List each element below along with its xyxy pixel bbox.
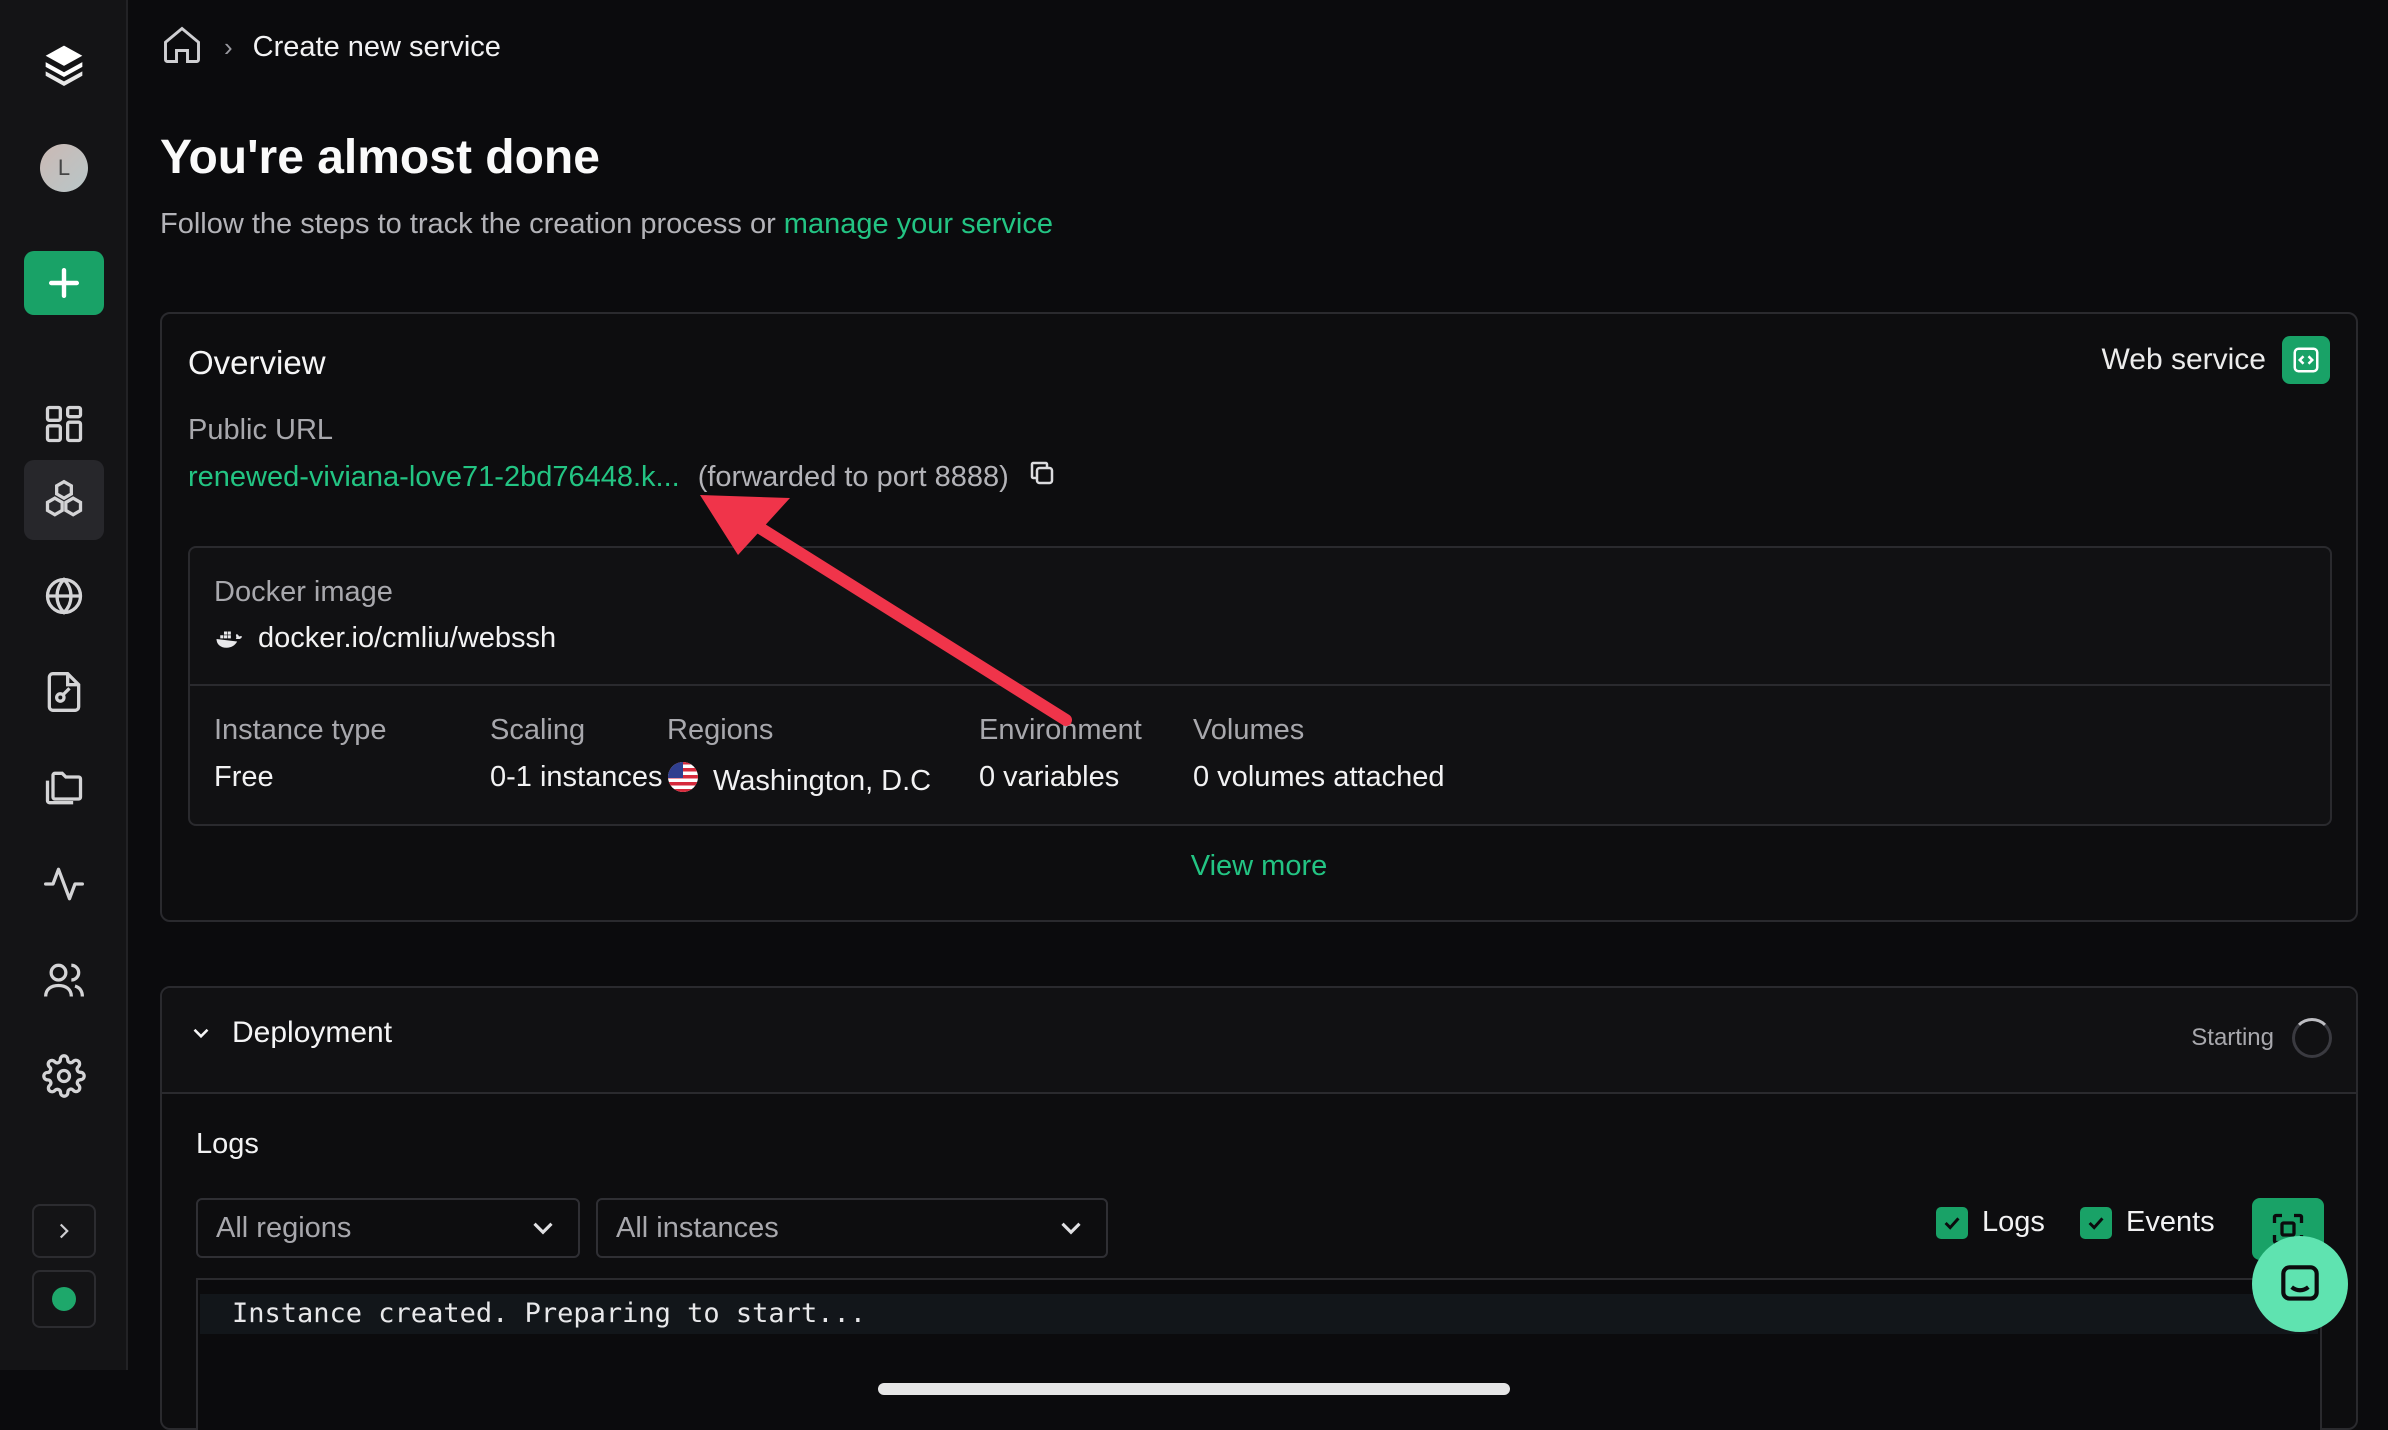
- docker-image-value: docker.io/cmliu/webssh: [258, 622, 557, 654]
- deployment-toggle[interactable]: Deployment: [188, 1016, 392, 1050]
- instance-type-value: Free: [214, 761, 274, 793]
- deployment-status: Starting: [2191, 1018, 2332, 1058]
- service-type-label: Web service: [2101, 343, 2266, 376]
- volumes-col: Volumes 0 volumes attached: [1193, 714, 1444, 794]
- instance-select-value: All instances: [616, 1211, 779, 1244]
- events-checkbox[interactable]: Events: [2080, 1206, 2215, 1239]
- chevron-down-icon: [1061, 1222, 1081, 1235]
- chevron-down-icon: [533, 1222, 553, 1235]
- chat-icon: [2281, 1265, 2319, 1301]
- cubes-icon: [45, 479, 83, 517]
- checkbox-checked-icon[interactable]: [2080, 1206, 2112, 1239]
- breadcrumb: › Create new service: [160, 22, 501, 72]
- home-indicator: [878, 1383, 1510, 1395]
- events-checkbox-label: Events: [2126, 1206, 2215, 1238]
- gear-icon: [42, 1054, 86, 1098]
- scaling-col: Scaling 0-1 instances: [490, 714, 663, 794]
- scaling-label: Scaling: [490, 714, 586, 746]
- sidebar-item-team[interactable]: [24, 940, 104, 1020]
- loading-spinner-icon: [2292, 1018, 2332, 1058]
- log-output[interactable]: Instance created. Preparing to start...: [196, 1278, 2322, 1430]
- subtitle-text: Follow the steps to track the creation p…: [160, 208, 776, 240]
- deployment-header[interactable]: Deployment Starting: [162, 988, 2356, 1094]
- region-select-value: All regions: [216, 1211, 352, 1244]
- log-line: Instance created. Preparing to start...: [200, 1294, 2318, 1334]
- view-more-text[interactable]: View more: [1191, 850, 1327, 882]
- scaling-value: 0-1 instances: [490, 761, 663, 793]
- docker-image-label: Docker image: [214, 576, 393, 608]
- chevron-right-icon: ›: [224, 31, 233, 62]
- divider: [190, 684, 2330, 686]
- environment-col: Environment 0 variables: [979, 714, 1142, 794]
- sidebar: L: [0, 0, 128, 1370]
- page-title: You're almost done: [160, 131, 600, 184]
- checkbox-checked-icon[interactable]: [1936, 1206, 1968, 1239]
- environment-value: 0 variables: [979, 761, 1120, 793]
- create-button[interactable]: [24, 251, 104, 315]
- instance-select[interactable]: All instances: [596, 1198, 1108, 1258]
- logs-checkbox-label: Logs: [1982, 1206, 2045, 1238]
- folders-icon: [45, 771, 83, 805]
- users-icon: [44, 963, 84, 997]
- region-select[interactable]: All regions: [196, 1198, 580, 1258]
- docker-icon: [216, 631, 243, 648]
- instance-type-label: Instance type: [214, 714, 387, 746]
- avatar[interactable]: L: [24, 128, 104, 208]
- region-name: Washington, D.C: [713, 764, 932, 797]
- koyeb-logo-icon[interactable]: [24, 24, 104, 104]
- sidebar-item-volumes[interactable]: [24, 748, 104, 828]
- public-url-row: renewed-viviana-love71-2bd76448.k... (fo…: [188, 458, 1057, 496]
- file-key-icon: [47, 672, 81, 712]
- sidebar-item-services[interactable]: [24, 460, 104, 540]
- system-status-indicator[interactable]: [32, 1270, 96, 1328]
- logs-checkbox[interactable]: Logs: [1936, 1206, 2045, 1239]
- overview-card: Overview Web service Public URL renewed-…: [160, 312, 2358, 922]
- status-text: Starting: [2191, 1024, 2274, 1051]
- volumes-value: 0 volumes attached: [1193, 761, 1445, 793]
- sidebar-item-activity[interactable]: [24, 844, 104, 924]
- regions-value: Washington, D.C: [667, 761, 931, 801]
- globe-icon: [45, 577, 83, 615]
- chevron-down-icon: [193, 1028, 209, 1039]
- home-link[interactable]: [160, 23, 204, 72]
- volumes-label: Volumes: [1193, 714, 1305, 746]
- copy-icon[interactable]: [1027, 458, 1057, 496]
- deployment-card: Deployment Starting Logs All regions All…: [160, 986, 2358, 1430]
- service-details-panel: Docker image docker.io/cmliu/webssh Inst…: [188, 546, 2332, 826]
- activity-icon: [44, 867, 84, 901]
- chat-support-button[interactable]: [2252, 1236, 2348, 1332]
- public-url-link[interactable]: renewed-viviana-love71-2bd76448.k...: [188, 461, 680, 494]
- sidebar-item-overview[interactable]: [24, 384, 104, 464]
- deployment-title: Deployment: [232, 1016, 393, 1049]
- logs-label: Logs: [196, 1128, 259, 1160]
- plus-icon: [48, 267, 80, 299]
- breadcrumb-current: Create new service: [252, 30, 501, 63]
- view-more-link: View more: [162, 850, 2356, 883]
- public-url-label: Public URL: [188, 414, 334, 446]
- avatar-initial: L: [40, 144, 88, 192]
- sidebar-item-settings[interactable]: [24, 1036, 104, 1116]
- regions-col: Regions Washington, D.C: [667, 714, 931, 801]
- page-subtitle: Follow the steps to track the creation p…: [160, 208, 1053, 241]
- overview-title: Overview: [188, 344, 326, 381]
- sidebar-item-domains[interactable]: [24, 556, 104, 636]
- instance-type-col: Instance type Free: [214, 714, 387, 794]
- environment-label: Environment: [979, 714, 1142, 746]
- regions-label: Regions: [667, 714, 774, 746]
- web-service-icon: [2282, 336, 2330, 384]
- chevron-right-icon: [59, 1223, 69, 1239]
- sidebar-item-secrets[interactable]: [24, 652, 104, 732]
- expand-sidebar-button[interactable]: [32, 1204, 96, 1258]
- home-icon: [164, 26, 200, 63]
- docker-image-row: docker.io/cmliu/webssh: [214, 622, 556, 655]
- manage-service-link[interactable]: manage your service: [784, 208, 1053, 240]
- status-dot: [52, 1287, 76, 1311]
- dashboard-icon: [45, 405, 83, 443]
- port-forward-note: (forwarded to port 8888): [697, 460, 1009, 493]
- us-flag-icon: [667, 761, 699, 801]
- service-type: Web service: [2101, 336, 2330, 384]
